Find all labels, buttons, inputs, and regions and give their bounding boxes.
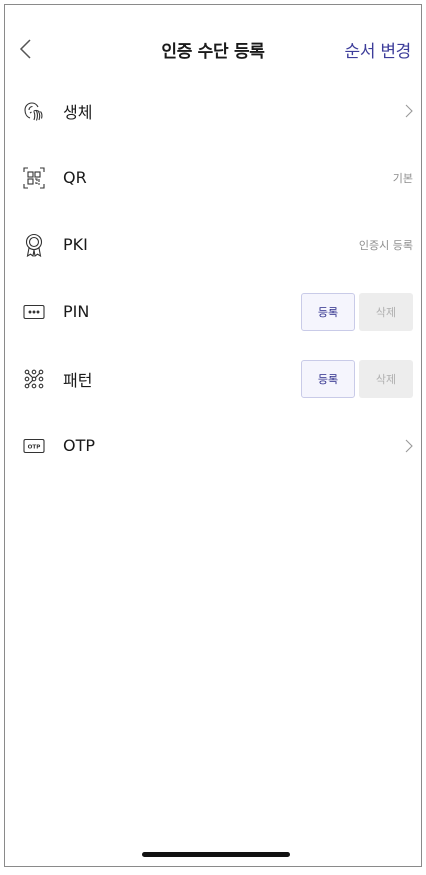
otp-icon: OTP <box>22 434 46 458</box>
register-button[interactable]: 등록 <box>301 292 355 331</box>
fingerprint-face-icon <box>22 99 46 123</box>
pattern-grid-icon <box>22 367 46 391</box>
method-label: QR <box>63 168 87 187</box>
delete-button[interactable]: 삭제 <box>359 292 413 331</box>
screen-frame: 인증 수단 등록 순서 변경 생체 QR 기본 PKI 인증시 등록 PIN 등… <box>4 4 422 867</box>
list-item-otp[interactable]: OTP OTP <box>5 412 421 479</box>
list-item-pki[interactable]: PKI 인증시 등록 <box>5 211 421 278</box>
qr-code-icon <box>22 166 46 190</box>
method-label: PKI <box>63 235 88 254</box>
method-label: 패턴 <box>63 370 93 390</box>
home-indicator[interactable] <box>142 852 290 857</box>
chevron-right-icon <box>405 439 413 453</box>
list-item-pattern: 패턴 등록 삭제 <box>5 345 421 412</box>
certificate-badge-icon <box>22 233 46 257</box>
chevron-right-icon <box>405 104 413 118</box>
list-item-qr[interactable]: QR 기본 <box>5 144 421 211</box>
list-item-pin: PIN 등록 삭제 <box>5 278 421 345</box>
pin-dots-icon <box>22 300 46 324</box>
method-label: PIN <box>63 302 90 321</box>
method-label: 생체 <box>63 102 93 122</box>
register-button[interactable]: 등록 <box>301 359 355 398</box>
method-label: OTP <box>63 436 96 455</box>
change-order-button[interactable]: 순서 변경 <box>345 37 412 62</box>
auth-method-list: 생체 QR 기본 PKI 인증시 등록 PIN 등록 삭제 패턴 등록 삭제 O… <box>5 77 421 479</box>
list-item-biometric[interactable]: 생체 <box>5 77 421 144</box>
register-on-auth-text: 인증시 등록 <box>358 238 413 252</box>
otp-icon-text: OTP <box>28 444 41 450</box>
default-status-text: 기본 <box>392 171 413 185</box>
delete-button[interactable]: 삭제 <box>359 359 413 398</box>
